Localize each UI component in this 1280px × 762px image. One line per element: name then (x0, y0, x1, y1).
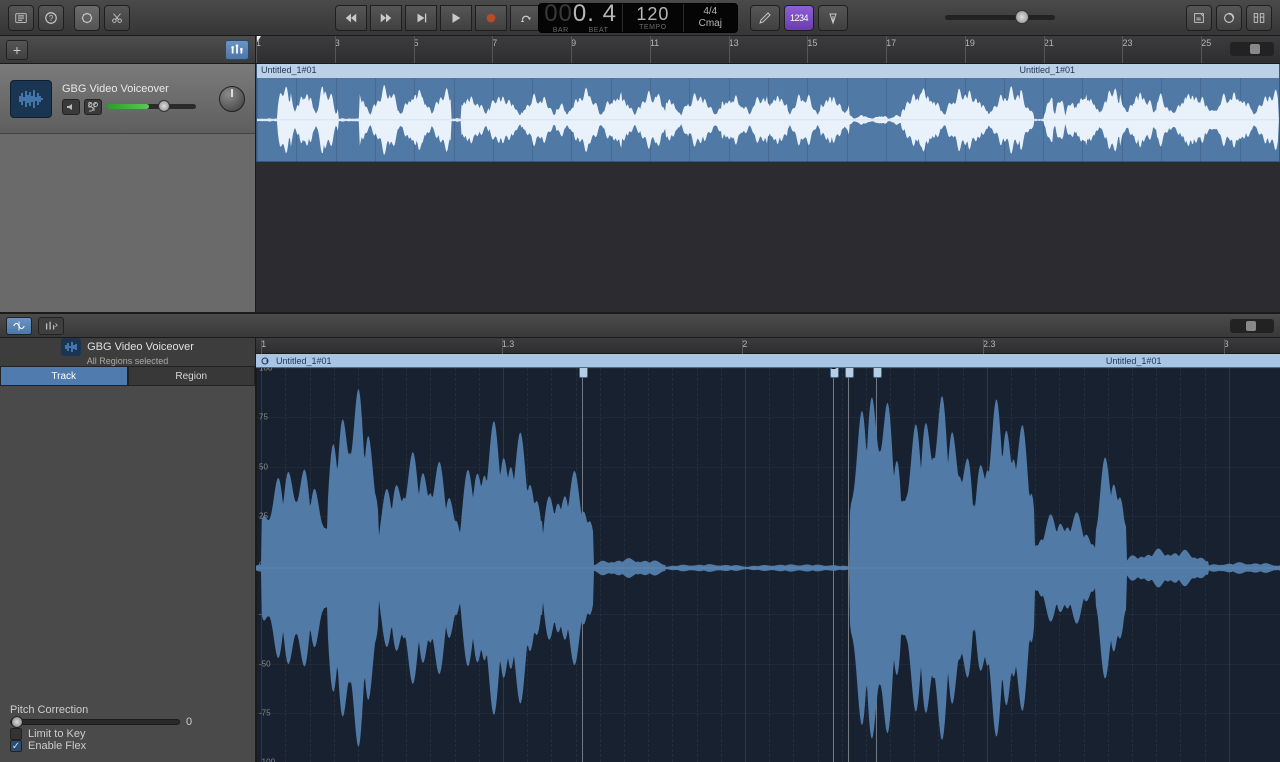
ruler-bar-21: 21 (1044, 36, 1054, 63)
transport-controls (335, 5, 542, 31)
solo-button[interactable] (84, 99, 102, 115)
ed-ruler-tick: 2.3 (983, 339, 996, 349)
arrangement-area: 13579111315171921232527 Untitled_1#01 Un… (256, 36, 1280, 312)
mute-button[interactable] (62, 99, 80, 115)
track-header[interactable]: GBG Video Voiceover (0, 64, 255, 134)
tab-track[interactable]: Track (0, 366, 128, 386)
help-button[interactable]: ? (38, 5, 64, 31)
tool-buttons: 1234 (750, 5, 848, 31)
editor-wave-area[interactable]: 1007550250-25-50-75-100 × (256, 368, 1280, 762)
editor-subtitle: All Regions selected (87, 356, 169, 366)
limit-to-key-row[interactable]: Limit to Key (10, 728, 245, 740)
ruler-bar-19: 19 (965, 36, 975, 63)
pitch-value: 0 (186, 716, 192, 728)
lcd-prefix: 00 (544, 0, 573, 27)
master-volume[interactable] (945, 15, 1055, 20)
audio-track-icon (10, 80, 52, 118)
flex-label: Enable Flex (28, 740, 86, 752)
tuner-button[interactable] (818, 5, 848, 31)
lcd-timesig: 4/4 (703, 7, 717, 17)
editor-zoom-slider[interactable] (1230, 319, 1274, 333)
region-name-right: Untitled_1#01 (1019, 65, 1075, 77)
ruler-bar-23: 23 (1122, 36, 1132, 63)
ed-ruler-tick: 1.3 (502, 339, 515, 349)
pitch-correction-slider[interactable] (10, 719, 180, 725)
lcd-tempo-label: TEMPO (639, 24, 666, 31)
tab-region[interactable]: Region (128, 366, 256, 386)
pitch-thumb[interactable] (11, 716, 23, 728)
ed-ruler-tick: 2 (742, 339, 747, 349)
arrangement-ruler[interactable]: 13579111315171921232527 (256, 36, 1280, 64)
editor-title: GBG Video Voiceover (87, 341, 194, 353)
region-waveform (257, 78, 1279, 162)
flex-view-button[interactable] (6, 317, 32, 335)
forward-button[interactable] (370, 5, 402, 31)
record-button[interactable] (475, 5, 507, 31)
countin-label: 1234 (790, 13, 808, 23)
pitch-correction-label: Pitch Correction (10, 704, 245, 716)
ruler-bar-15: 15 (807, 36, 817, 63)
notepad-button[interactable] (1186, 5, 1212, 31)
countin-button[interactable]: 1234 (784, 5, 814, 31)
mixer-toggle-button[interactable] (225, 40, 249, 60)
svg-text:?: ? (49, 14, 54, 23)
ruler-bar-25: 25 (1201, 36, 1211, 63)
lcd-bar-beat: 0. 4 (573, 0, 617, 27)
region-name-left: Untitled_1#01 (261, 65, 317, 77)
ruler-bar-11: 11 (650, 36, 659, 63)
ruler-bar-17: 17 (886, 36, 896, 63)
ed-ruler-tick: 3 (1224, 339, 1229, 349)
library-button[interactable] (8, 5, 34, 31)
loops-button[interactable] (1216, 5, 1242, 31)
tool-pencil-button[interactable] (750, 5, 780, 31)
loop-icon (260, 356, 272, 366)
play-button[interactable] (440, 5, 472, 31)
smart-controls-button[interactable] (74, 5, 100, 31)
top-toolbar: ? 000. 4 BAR BEAT 120 TEMPO 4/4 Cmaj 1234 (0, 0, 1280, 36)
zoom-slider[interactable] (1230, 42, 1274, 56)
editor-region-strip[interactable]: Untitled_1#01 Untitled_1#01 (256, 354, 1280, 368)
ruler-bar-9: 9 (571, 36, 576, 63)
track-name-label: GBG Video Voiceover (62, 83, 209, 95)
editor-track-icon (61, 338, 81, 356)
ed-ruler-tick: 1 (261, 339, 266, 349)
track-volume-slider[interactable] (106, 104, 196, 109)
ruler-bar-5: 5 (414, 36, 419, 63)
stop-button[interactable] (405, 5, 437, 31)
ruler-bar-1: 1 (256, 36, 261, 63)
editor-main[interactable]: 1 1.3 2 2.3 3 Untitled_1#01 Untitled_1#01 10… (256, 338, 1280, 762)
enable-flex-row[interactable]: Enable Flex (10, 740, 245, 752)
scissors-button[interactable] (104, 5, 130, 31)
media-button[interactable] (1246, 5, 1272, 31)
editor-sidebar: GBG Video Voiceover All Regions selected… (0, 338, 256, 762)
volume-meter (106, 104, 149, 109)
limit-checkbox[interactable] (10, 728, 22, 740)
rewind-button[interactable] (335, 5, 367, 31)
editor-params: Pitch Correction 0 Limit to Key Enable F… (0, 386, 255, 762)
track-lanes[interactable]: Untitled_1#01 Untitled_1#01 (256, 64, 1280, 312)
limit-label: Limit to Key (28, 728, 85, 740)
editor-tool-button[interactable] (38, 317, 64, 335)
tracks-area: + GBG Video Voiceover (0, 36, 1280, 314)
add-track-button[interactable]: + (6, 40, 28, 60)
lcd-display[interactable]: 000. 4 BAR BEAT 120 TEMPO 4/4 Cmaj (538, 3, 738, 33)
ruler-bar-3: 3 (335, 36, 340, 63)
lcd-key: Cmaj (699, 19, 722, 29)
editor-panel: GBG Video Voiceover All Regions selected… (0, 314, 1280, 762)
ruler-bar-13: 13 (729, 36, 739, 63)
audio-region[interactable]: Untitled_1#01 Untitled_1#01 (256, 64, 1280, 162)
editor-region-name-right: Untitled_1#01 (1106, 356, 1162, 366)
lcd-bar-label: BAR (553, 27, 569, 34)
master-vol-thumb[interactable] (1015, 10, 1029, 24)
editor-region-name: Untitled_1#01 (276, 356, 332, 366)
editor-toolbar (0, 314, 1280, 338)
lcd-beat-label: BEAT (589, 27, 609, 34)
editor-ruler[interactable]: 1 1.3 2 2.3 3 (256, 338, 1280, 354)
ruler-bar-7: 7 (492, 36, 497, 63)
lcd-tempo: 120 (636, 5, 669, 23)
flex-checkbox[interactable] (10, 740, 22, 752)
volume-thumb[interactable] (158, 100, 170, 112)
pan-knob[interactable] (219, 86, 245, 112)
track-headers: + GBG Video Voiceover (0, 36, 256, 312)
